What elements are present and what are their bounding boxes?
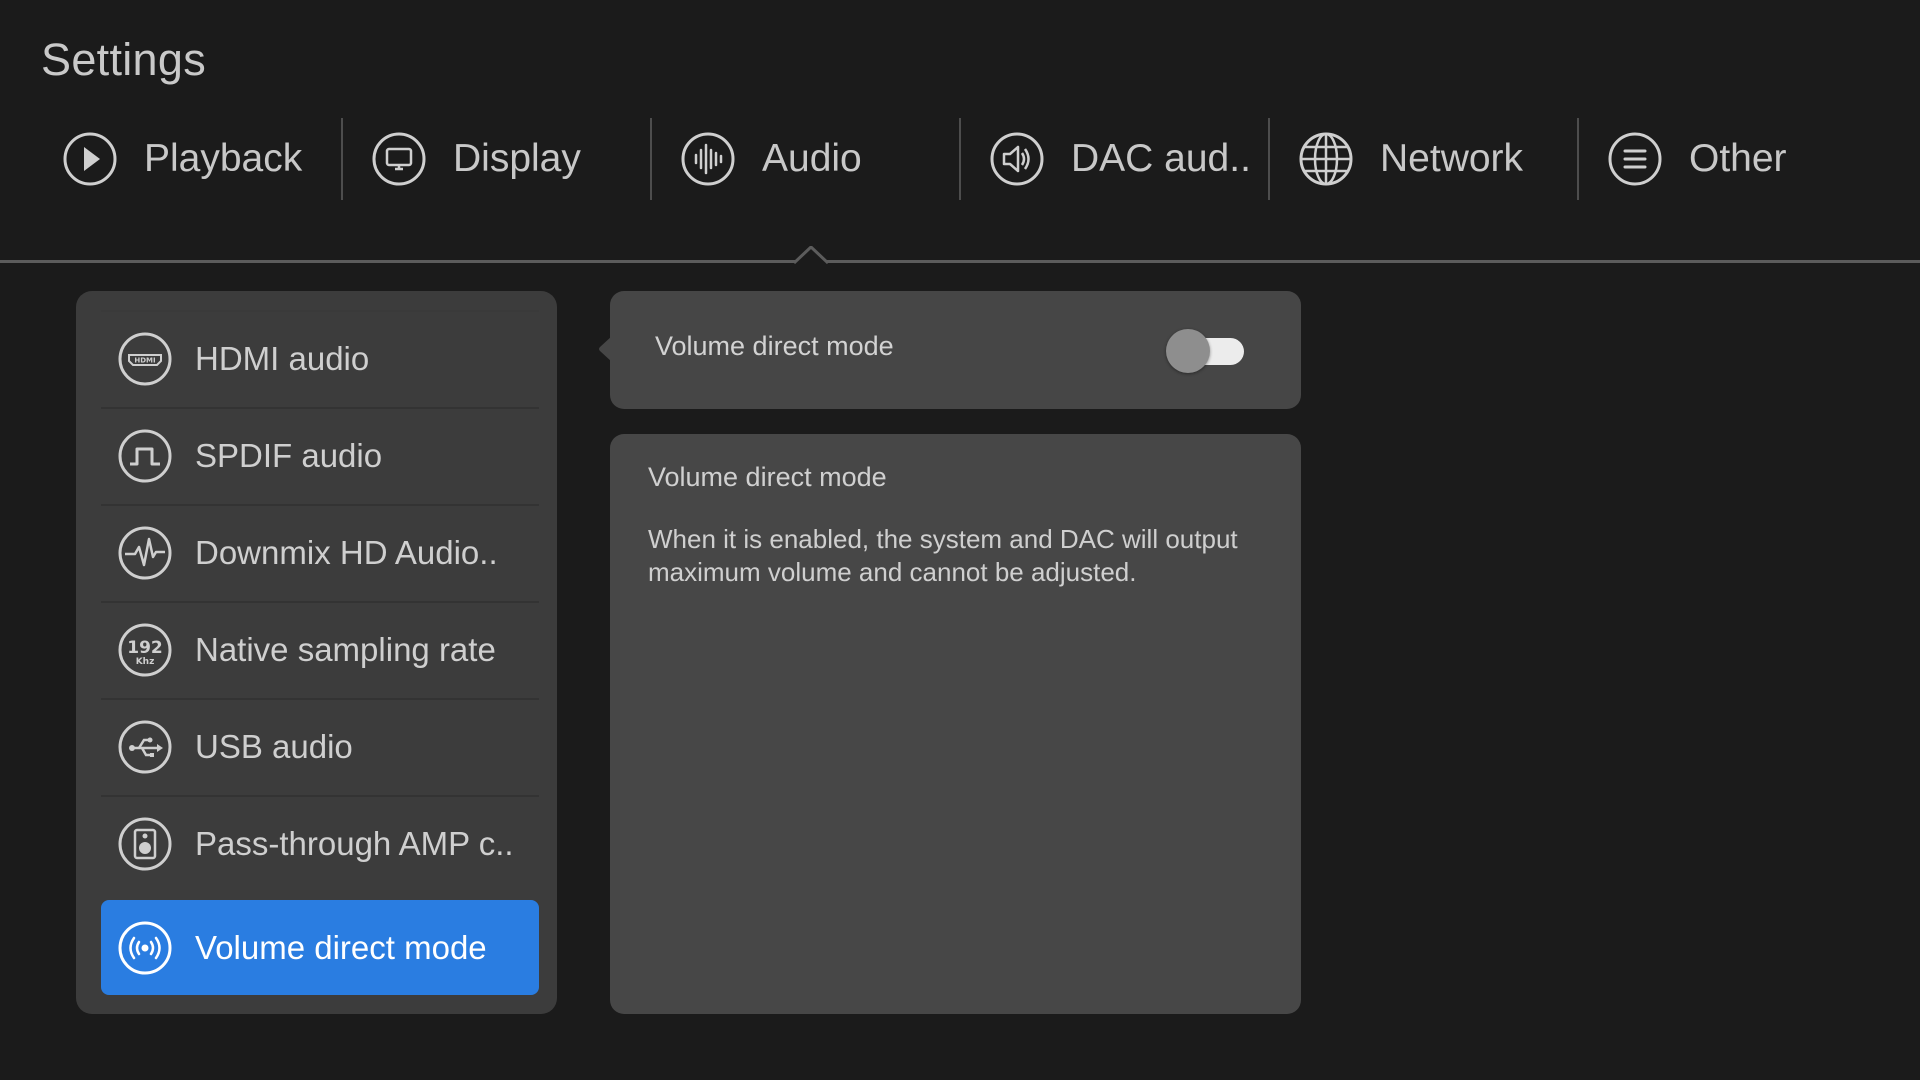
description-title: Volume direct mode [648, 462, 887, 492]
sampling-rate-icon-number: 192 [127, 638, 163, 658]
menu-item-hdmi-audio[interactable]: HDMI HDMI audio [101, 310, 539, 405]
speaker-icon [989, 131, 1045, 187]
menu-item-usb-audio[interactable]: USB audio [101, 698, 539, 793]
menu-item-native-sampling-rate[interactable]: 192 Khz Native sampling rate [101, 601, 539, 696]
tab-dac-audio[interactable]: DAC aud.. [959, 118, 1268, 200]
amp-speaker-icon [117, 816, 173, 872]
menu-item-label: USB audio [195, 727, 353, 765]
menu-item-pass-through-amp[interactable]: Pass-through AMP c.. [101, 795, 539, 890]
menu-item-label: Native sampling rate [195, 630, 496, 668]
pulse-icon [117, 525, 173, 581]
tab-playback[interactable]: Playback [32, 118, 341, 200]
menu-item-volume-direct-mode[interactable]: Volume direct mode [101, 900, 539, 995]
menu-item-downmix-hd-audio[interactable]: Downmix HD Audio.. [101, 504, 539, 599]
tab-label: Audio [762, 137, 862, 180]
tab-label: Network [1380, 137, 1524, 180]
menu-item-spdif-audio[interactable]: SPDIF audio [101, 407, 539, 502]
tab-label: DAC aud.. [1071, 137, 1251, 180]
description-panel: Volume direct mode When it is enabled, t… [610, 434, 1301, 1014]
sampling-rate-icon-unit: Khz [136, 657, 155, 667]
toggle-knob [1166, 329, 1210, 373]
toggle-label: Volume direct mode [655, 331, 894, 361]
menu-item-label: Pass-through AMP c.. [195, 824, 514, 862]
sampling-rate-icon: 192 Khz [117, 622, 173, 678]
selected-tab-indicator [794, 246, 828, 264]
list-icon [1607, 131, 1663, 187]
audio-settings-menu: HDMI HDMI audio SPDIF audio Downmix HD A… [76, 291, 557, 1014]
play-icon [62, 131, 118, 187]
tab-network[interactable]: Network [1268, 118, 1577, 200]
menu-item-label: SPDIF audio [195, 436, 383, 474]
volume-direct-mode-toggle[interactable] [1166, 329, 1246, 373]
menu-item-label: HDMI audio [195, 339, 370, 377]
tab-label: Playback [144, 137, 303, 180]
tab-other[interactable]: Other [1577, 118, 1886, 200]
hdmi-icon: HDMI [117, 331, 173, 387]
description-body: When it is enabled, the system and DAC w… [648, 524, 1238, 587]
monitor-icon [371, 131, 427, 187]
tab-audio[interactable]: Audio [650, 118, 959, 200]
tab-label: Display [453, 137, 581, 180]
broadcast-icon [117, 920, 173, 976]
spdif-icon [117, 428, 173, 484]
menu-item-label: Volume direct mode [195, 928, 487, 966]
tab-display[interactable]: Display [341, 118, 650, 200]
menu-item-label: Downmix HD Audio.. [195, 533, 498, 571]
tab-label: Other [1689, 137, 1787, 180]
tab-divider [0, 260, 1920, 263]
globe-icon [1298, 131, 1354, 187]
top-tab-bar: Playback Display Audio DAC aud.. Network… [32, 118, 1886, 200]
page-title: Settings [41, 34, 206, 85]
svg-text:HDMI: HDMI [134, 356, 155, 364]
usb-icon [117, 719, 173, 775]
audio-waveform-icon [680, 131, 736, 187]
